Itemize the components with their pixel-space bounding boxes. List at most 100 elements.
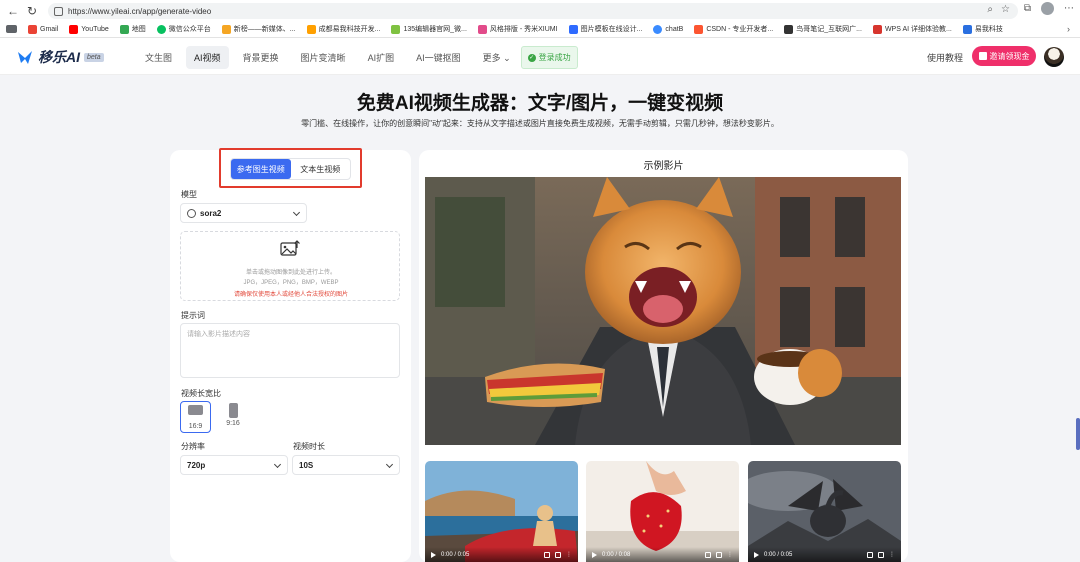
bookmark-item[interactable]: Gmail [28, 24, 58, 34]
menu-icon[interactable]: ⋯ [1064, 3, 1074, 14]
bookmark-item[interactable]: CSDN - 专业开发者... [694, 24, 773, 34]
duration-select[interactable]: 10S [292, 455, 400, 475]
check-icon: ✓ [527, 53, 536, 62]
ratio-option-9-16[interactable]: 9:16 [220, 403, 246, 433]
editor135-icon [391, 24, 401, 34]
bookmark-item[interactable]: chatB [653, 24, 683, 34]
prompt-input[interactable]: 请输入影片描述内容 [180, 323, 400, 378]
cat-in-suit-illustration [425, 177, 901, 445]
star-icon[interactable]: ☆ [1001, 4, 1010, 15]
chevron-down-icon [292, 208, 301, 217]
bookmarks-more-icon[interactable]: › [1067, 24, 1070, 34]
login-success-badge: ✓ 登录成功 [520, 46, 578, 69]
resolution-label: 分辨率 [181, 442, 205, 451]
bookmark-apps-icon[interactable] [6, 25, 17, 33]
bookmark-item[interactable]: WPS AI 详细体验教... [872, 24, 952, 34]
nav-background-replace[interactable]: 背景更换 [235, 46, 287, 69]
map-icon [119, 24, 129, 34]
landscape-ratio-icon [188, 405, 203, 415]
profile-icon[interactable] [1041, 2, 1054, 15]
nav-text-to-image[interactable]: 文生图 [137, 46, 180, 69]
bookmark-item[interactable]: 易我科技 [962, 24, 1003, 34]
more-options-icon[interactable]: ⋮ [727, 551, 733, 558]
resolution-select[interactable]: 720p [180, 455, 288, 475]
easeus-shield-icon [962, 24, 972, 34]
fullscreen-icon[interactable] [555, 551, 561, 558]
ratio-option-16-9[interactable]: 16:9 [180, 401, 211, 433]
nav-ai-cutout[interactable]: AI一键抠图 [408, 46, 469, 69]
reload-icon[interactable]: ↻ [22, 1, 42, 21]
upload-warning: 请确保仅使用本人或经他人合法授权的图片 [233, 292, 348, 298]
chevron-down-icon [273, 460, 282, 469]
video-time: 0:00 / 0:05 [441, 551, 470, 558]
video-controls: 0:00 / 0:08 ⋮ [586, 547, 739, 562]
site-info-icon[interactable] [54, 6, 63, 16]
tab-text-to-video[interactable]: 文本生视频 [291, 159, 351, 179]
play-icon[interactable] [754, 551, 759, 558]
xinbang-icon [221, 24, 231, 34]
volume-icon[interactable] [867, 551, 873, 558]
address-bar[interactable]: https://www.yileai.cn/app/generate-video [48, 3, 1018, 19]
volume-icon[interactable] [544, 551, 550, 558]
tutorial-link[interactable]: 使用教程 [927, 51, 963, 64]
back-icon[interactable]: ← [3, 1, 23, 21]
logo-icon [18, 51, 32, 64]
portrait-ratio-icon [228, 403, 238, 418]
video-time: 0:00 / 0:08 [602, 551, 631, 558]
duration-label: 视频时长 [293, 442, 325, 451]
example-image-cat [425, 177, 901, 445]
site-header: 移乐AI beta 文生图 AI视频 背景更换 图片变清晰 AI扩图 AI一键抠… [0, 38, 1080, 75]
image-upload-area[interactable]: 单击或拖动图像到此处进行上传。 JPG，JPEG，PNG，BMP，WEBP 请确… [180, 231, 400, 301]
play-icon[interactable] [431, 551, 436, 558]
zoom-icon[interactable]: ⌕ [987, 4, 993, 15]
split-screen-icon[interactable]: ⧉ [1024, 3, 1031, 14]
example-video-3[interactable]: 0:00 / 0:05 ⋮ [748, 461, 901, 562]
scrollbar-thumb[interactable] [1076, 418, 1080, 450]
niaoge-icon [784, 24, 794, 34]
mode-tabs: 参考图生视频 文本生视频 [230, 158, 351, 180]
bookmark-item[interactable]: 风格排版 - 秀米XIUMI [477, 24, 558, 34]
more-options-icon[interactable]: ⋮ [566, 551, 572, 558]
upload-formats: JPG，JPEG，PNG，BMP，WEBP [243, 280, 339, 286]
wechat-icon [156, 24, 166, 34]
xiumi-icon [477, 24, 487, 34]
logo[interactable]: 移乐AI beta [16, 47, 104, 67]
nav-image-sharpen[interactable]: 图片变清晰 [293, 46, 354, 69]
example-video-2[interactable]: 0:00 / 0:08 ⋮ [586, 461, 739, 562]
chevron-down-icon: ⌄ [503, 53, 511, 63]
prompt-label: 提示词 [181, 311, 205, 320]
nav-more[interactable]: 更多 ⌄ [475, 46, 519, 69]
bookmark-item[interactable]: YouTube [69, 24, 109, 34]
model-select[interactable]: sora2 [180, 203, 307, 223]
play-icon[interactable] [592, 551, 597, 558]
bookmark-item[interactable]: 图片模板在线设计... [568, 24, 642, 34]
page-subtitle: 零门槛、在线操作，让你的创意瞬间"动"起来：支持从文字描述或图片直接免费生成视频… [301, 119, 779, 128]
fullscreen-icon[interactable] [878, 551, 884, 558]
examples-title: 示例影片 [643, 161, 684, 172]
more-options-icon[interactable]: ⋮ [889, 551, 895, 558]
logo-text: 移乐AI [38, 49, 80, 65]
invite-cash-button[interactable]: 邀请领现金 [972, 46, 1036, 66]
bookmark-item[interactable]: 鸟哥笔记_互联网广... [784, 24, 862, 34]
bookmark-item[interactable]: 新榜——新媒体、... [221, 24, 296, 34]
model-icon [187, 208, 196, 218]
bookmarks-bar: Gmail YouTube 地图 微信公众平台 新榜——新媒体、... 成都易我… [0, 21, 1080, 38]
user-avatar[interactable] [1044, 47, 1064, 67]
example-video-1[interactable]: 0:00 / 0:05 ⋮ [425, 461, 578, 562]
bookmark-item[interactable]: 135编辑器官网_微... [391, 24, 467, 34]
tab-image-to-video[interactable]: 参考图生视频 [231, 159, 291, 179]
video-time: 0:00 / 0:05 [764, 551, 793, 558]
volume-icon[interactable] [705, 551, 711, 558]
url-text: https://www.yileai.cn/app/generate-video [68, 6, 212, 16]
page-title: 免费AI视频生成器：文字/图片，一键变视频 [356, 93, 724, 114]
nav-ai-expand[interactable]: AI扩图 [360, 46, 403, 69]
nav-ai-video[interactable]: AI视频 [186, 46, 229, 69]
fullscreen-icon[interactable] [716, 551, 722, 558]
bookmark-item[interactable]: 成都易我科技开发... [306, 24, 380, 34]
chevron-down-icon [385, 460, 394, 469]
bookmark-item[interactable]: 地图 [119, 24, 146, 34]
video-controls: 0:00 / 0:05 ⋮ [425, 547, 578, 562]
easeus-icon [306, 24, 316, 34]
bookmark-item[interactable]: 微信公众平台 [156, 24, 211, 34]
gift-icon [978, 52, 987, 60]
